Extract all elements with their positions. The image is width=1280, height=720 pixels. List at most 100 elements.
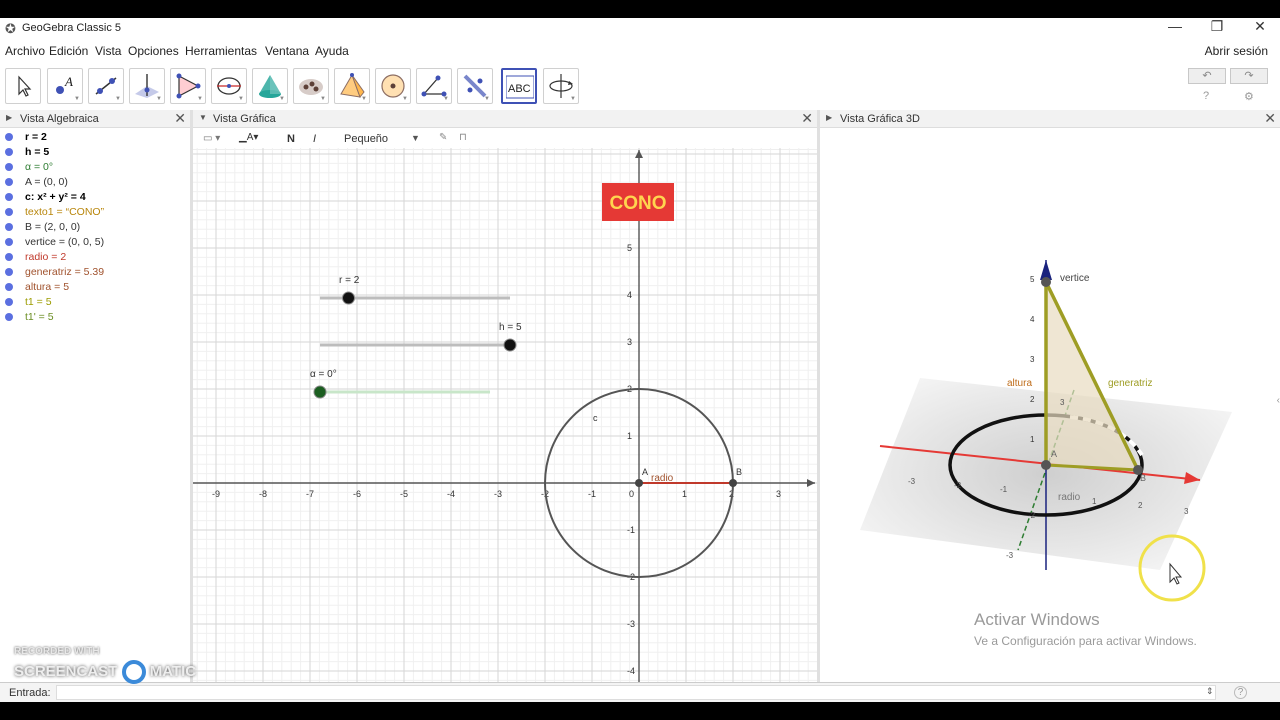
graphics-view[interactable]: -9 -8 -7 -6 -5 -4 -3 -2 -1 0 1 2 3 5 4 3 2 1 -1 -2 -3 -4 c radi… [193, 148, 817, 696]
view3d-scene[interactable]: vertice altura generatriz radio A B 5 4 … [820, 130, 1280, 680]
visibility-toggle-icon[interactable] [5, 148, 13, 156]
pyramid-tool-button[interactable]: ▼ [334, 68, 370, 104]
point-a-3d[interactable] [1041, 460, 1051, 470]
radius-label-3d: radio [1058, 492, 1081, 503]
algebra-item[interactable]: texto1 = “CONO” [0, 205, 190, 220]
maximize-button[interactable]: ❐ [1207, 18, 1227, 35]
visibility-toggle-icon[interactable] [5, 268, 13, 276]
graphics-canvas[interactable]: -9 -8 -7 -6 -5 -4 -3 -2 -1 0 1 2 354321-1-2-3-4cradi… [193, 148, 817, 696]
expand-arrow-icon[interactable]: ‹ [1277, 395, 1280, 406]
algebra-item[interactable]: α = 0° [0, 160, 190, 175]
visibility-toggle-icon[interactable] [5, 223, 13, 231]
settings-gear-icon[interactable]: ⚙ [1244, 90, 1254, 103]
x-tick-label: -1 [1000, 485, 1008, 494]
visibility-toggle-icon[interactable] [5, 133, 13, 141]
collapse-arrow-icon[interactable]: ▼ [199, 113, 207, 122]
algebra-item[interactable]: altura = 5 [0, 280, 190, 295]
menu-archivo[interactable]: Archivo [5, 44, 45, 58]
visibility-toggle-icon[interactable] [5, 283, 13, 291]
close-view3d-button[interactable]: ✕ [1264, 110, 1276, 127]
angle-tool-button[interactable]: ▼ [416, 68, 452, 104]
menu-edicion[interactable]: Edición [49, 44, 88, 58]
slider-handle[interactable] [313, 385, 327, 399]
point-tool-button[interactable]: A ▼ [47, 68, 83, 104]
menu-herramientas[interactable]: Herramientas [185, 44, 257, 58]
generatrix-label: generatriz [1108, 378, 1152, 389]
pin-icon[interactable]: ✎ [439, 132, 447, 143]
algebra-item-text: c: x² + y² = 4 [25, 191, 86, 203]
z-tick-label: 4 [1030, 315, 1035, 324]
menu-ayuda[interactable]: Ayuda [315, 44, 349, 58]
visibility-toggle-icon[interactable] [5, 298, 13, 306]
rotate-view-tool-button[interactable]: ▼ [543, 68, 579, 104]
lock-icon[interactable]: ⊓ [459, 132, 467, 143]
algebra-item[interactable]: vertice = (0, 0, 5) [0, 235, 190, 250]
algebra-item[interactable]: r = 2 [0, 130, 190, 145]
algebra-view-header: ▶ Vista Algebraica ✕ [0, 110, 190, 128]
close-window-button[interactable]: ✕ [1250, 18, 1270, 35]
italic-button[interactable]: I [313, 133, 316, 145]
menu-ventana[interactable]: Ventana [265, 44, 309, 58]
visibility-toggle-icon[interactable] [5, 178, 13, 186]
visibility-toggle-icon[interactable] [5, 208, 13, 216]
redo-button[interactable]: ↷ [1230, 68, 1268, 84]
x-tick-label: -2 [954, 481, 962, 490]
vertex-point[interactable] [1041, 277, 1051, 287]
line-tool-button[interactable]: ▼ [88, 68, 124, 104]
slider-handle[interactable] [342, 291, 355, 305]
intersect-surfaces-tool-button[interactable]: ▼ [252, 68, 288, 104]
algebra-item[interactable]: t1 = 5 [0, 295, 190, 310]
signin-link[interactable]: Abrir sesión [1205, 44, 1268, 58]
algebra-item[interactable]: t1' = 5 [0, 310, 190, 325]
algebra-item[interactable]: h = 5 [0, 145, 190, 160]
minimize-button[interactable]: — [1165, 18, 1185, 34]
point-b-label: B [736, 467, 742, 477]
sphere-center-tool-button[interactable]: ▼ [375, 68, 411, 104]
bold-button[interactable]: N [287, 133, 295, 145]
text-color-icon[interactable]: ▁A▾ [239, 132, 258, 143]
algebra-item[interactable]: B = (2, 0, 0) [0, 220, 190, 235]
input-field[interactable] [56, 685, 1216, 700]
polygon-tool-button[interactable]: ▼ [170, 68, 206, 104]
collapse-arrow-icon[interactable]: ▶ [826, 113, 832, 122]
collapse-arrow-icon[interactable]: ▶ [6, 113, 12, 122]
background-color-icon[interactable]: ▭ ▾ [203, 133, 220, 144]
undo-button[interactable]: ↶ [1188, 68, 1226, 84]
chevron-down-icon[interactable]: ▼ [411, 133, 420, 143]
visibility-toggle-icon[interactable] [5, 238, 13, 246]
sphere-tool-button[interactable]: ▼ [293, 68, 329, 104]
watermark-brand2-text: MATIC [149, 662, 197, 680]
algebra-list: r = 2 h = 5 α = 0° A = (0, 0) c: x² + y² = 4… [0, 130, 190, 325]
circle-tool-button[interactable]: ▼ [211, 68, 247, 104]
algebra-item[interactable]: A = (0, 0) [0, 175, 190, 190]
height-label: altura [1007, 378, 1032, 389]
point-a[interactable] [635, 479, 643, 487]
algebra-item[interactable]: generatriz = 5.39 [0, 265, 190, 280]
y-tick-label: -1 [627, 525, 635, 535]
menu-vista[interactable]: Vista [95, 44, 121, 58]
menu-opciones[interactable]: Opciones [128, 44, 179, 58]
text-tool-button[interactable]: ABC [501, 68, 537, 104]
input-history-icon[interactable]: ⇕ [1206, 686, 1214, 697]
dropdown-triangle-icon: ▼ [320, 96, 326, 102]
algebra-item[interactable]: c: x² + y² = 4 [0, 190, 190, 205]
visibility-toggle-icon[interactable] [5, 253, 13, 261]
input-bar: Entrada: ⇕ ? [0, 682, 1280, 702]
view3d-title: Vista Gráfica 3D [840, 113, 920, 125]
svg-text:A: A [64, 74, 73, 89]
reflect-tool-button[interactable]: ▼ [457, 68, 493, 104]
help-icon[interactable]: ? [1203, 90, 1209, 102]
move-tool-button[interactable] [5, 68, 41, 104]
visibility-toggle-icon[interactable] [5, 163, 13, 171]
perpendicular-tool-button[interactable]: ▼ [129, 68, 165, 104]
visibility-toggle-icon[interactable] [5, 313, 13, 321]
close-algebra-view-button[interactable]: ✕ [174, 110, 186, 127]
close-graphics-view-button[interactable]: ✕ [801, 110, 813, 127]
input-help-icon[interactable]: ? [1234, 686, 1247, 699]
visibility-toggle-icon[interactable] [5, 193, 13, 201]
dropdown-triangle-icon: ▼ [402, 96, 408, 102]
slider-handle[interactable] [503, 338, 517, 352]
algebra-item[interactable]: radio = 2 [0, 250, 190, 265]
text-size-select[interactable]: Pequeño [344, 133, 388, 145]
point-b[interactable] [729, 479, 737, 487]
